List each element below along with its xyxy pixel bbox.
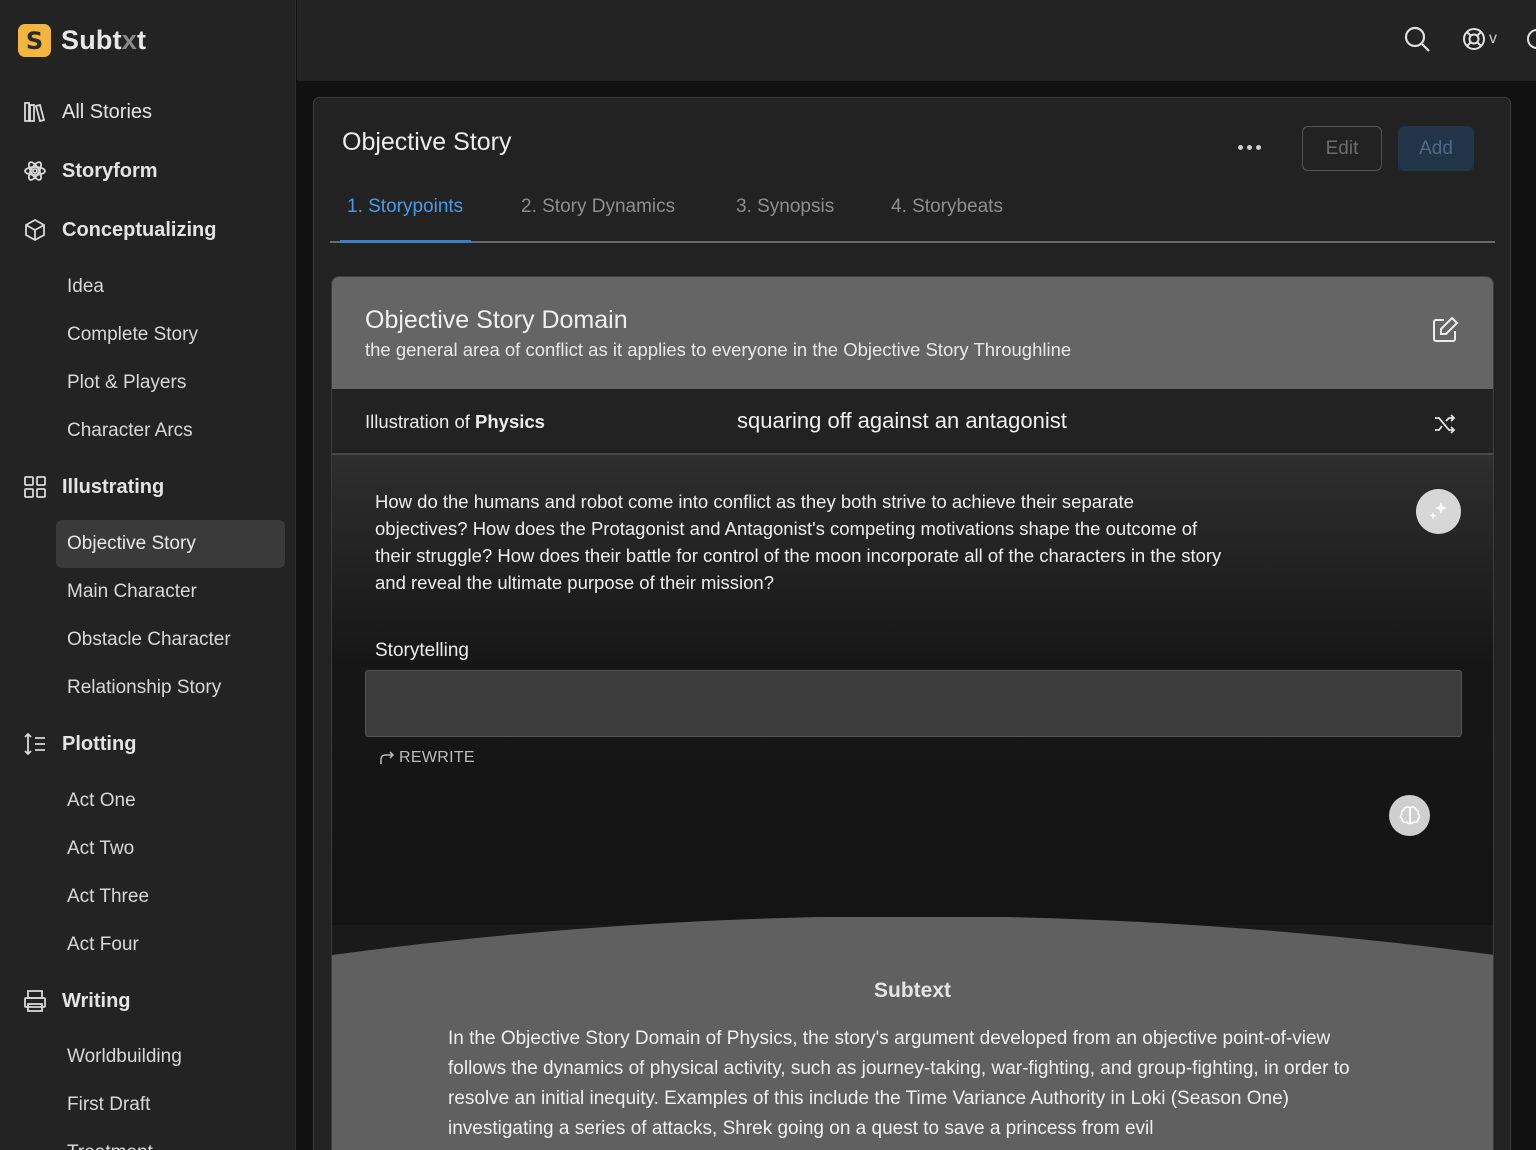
add-button[interactable]: Add — [1398, 126, 1474, 171]
subtext-title: Subtext — [873, 979, 951, 1002]
tab-storybeats[interactable]: 4. Storybeats — [891, 196, 1003, 218]
sidebar-section-storyform[interactable]: Storyform — [22, 158, 158, 184]
sidebar-item-idea[interactable]: Idea — [56, 263, 285, 311]
subtext-section: Subtext In the Objective Story Domain of… — [332, 917, 1493, 1150]
storytelling-input[interactable] — [365, 670, 1462, 737]
sidebar-item-worldbuilding[interactable]: Worldbuilding — [56, 1033, 285, 1081]
rewrite-button[interactable]: REWRITE — [378, 749, 475, 767]
illustration-row: Illustration of Physics squaring off aga… — [332, 389, 1493, 455]
globe-icon[interactable] — [1526, 24, 1536, 54]
chevron-down-icon[interactable]: v — [1489, 30, 1497, 48]
ai-brain-button[interactable] — [1389, 795, 1430, 836]
edit-button[interactable]: Edit — [1302, 126, 1382, 171]
sidebar-item-relationship-story[interactable]: Relationship Story — [56, 664, 285, 712]
top-bar: v — [297, 0, 1536, 81]
brand[interactable]: S Subtxt — [18, 24, 146, 57]
sidebar-item-act-three[interactable]: Act Three — [56, 873, 285, 921]
subtext-body: In the Objective Story Domain of Physics… — [448, 1028, 1350, 1139]
sidebar-item-act-four[interactable]: Act Four — [56, 921, 285, 969]
redo-arrow-icon — [380, 751, 395, 764]
more-options-button[interactable] — [1234, 134, 1264, 160]
active-tab-indicator — [340, 240, 471, 243]
sidebar-section-conceptualizing[interactable]: Conceptualizing — [22, 217, 216, 243]
shuffle-icon[interactable] — [1432, 411, 1458, 437]
tab-synopsis[interactable]: 3. Synopsis — [736, 196, 834, 218]
brand-name: Subtxt — [61, 25, 147, 55]
brain-icon — [1399, 805, 1420, 824]
sidebar-item-act-two[interactable]: Act Two — [56, 825, 285, 873]
sidebar: S Subtxt All Stories Storyform Conceptua… — [0, 0, 296, 1150]
sidebar-item-character-arcs[interactable]: Character Arcs — [56, 407, 285, 455]
main-panel: Objective Story Edit Add 1. Storypoints … — [313, 97, 1511, 1150]
tab-story-dynamics[interactable]: 2. Story Dynamics — [521, 196, 675, 218]
illustration-value: squaring off against an antagonist — [737, 408, 1067, 433]
sidebar-item-complete-story[interactable]: Complete Story — [56, 311, 285, 359]
generate-button[interactable] — [1416, 489, 1461, 534]
dot-icon — [1255, 144, 1261, 150]
books-icon — [24, 102, 46, 123]
edit-icon[interactable] — [1430, 315, 1460, 345]
sidebar-item-first-draft[interactable]: First Draft — [56, 1081, 285, 1129]
card-title: Objective Story Domain — [365, 306, 628, 334]
storypoint-body: How do the humans and robot come into co… — [332, 455, 1493, 925]
sparkle-icon — [1428, 501, 1447, 519]
sidebar-item-main-character[interactable]: Main Character — [56, 568, 285, 616]
search-icon[interactable] — [1402, 24, 1432, 54]
prompt-question: How do the humans and robot come into co… — [375, 491, 1222, 593]
grid-icon — [24, 476, 46, 498]
tab-bar: 1. Storypoints 2. Story Dynamics 3. Syno… — [330, 182, 1495, 243]
dot-icon — [1237, 144, 1243, 150]
sidebar-item-treatment[interactable]: Treatment — [56, 1129, 285, 1150]
card-subtitle: the general area of conflict as it appli… — [365, 339, 1072, 360]
help-lifebuoy-icon[interactable] — [1460, 24, 1490, 54]
storytelling-label: Storytelling — [375, 640, 469, 661]
dot-icon — [1246, 144, 1252, 150]
atom-icon — [24, 161, 46, 181]
sidebar-section-all-stories[interactable]: All Stories — [22, 99, 152, 125]
sidebar-section-plotting[interactable]: Plotting — [22, 731, 136, 757]
sidebar-item-objective-story[interactable]: Objective Story — [56, 520, 285, 568]
sidebar-item-obstacle-character[interactable]: Obstacle Character — [56, 616, 285, 664]
sort-list-icon — [24, 732, 45, 756]
sidebar-item-act-one[interactable]: Act One — [56, 777, 285, 825]
sidebar-section-writing[interactable]: Writing — [22, 988, 131, 1014]
illustration-label: Illustration of Physics — [365, 411, 545, 432]
brand-logo: S — [18, 24, 51, 57]
storypoint-card: Objective Story Domain the general area … — [331, 276, 1494, 1150]
sidebar-section-illustrating[interactable]: Illustrating — [22, 474, 164, 500]
tab-storypoints[interactable]: 1. Storypoints — [347, 196, 463, 218]
page-title: Objective Story — [342, 128, 512, 156]
cube-icon — [25, 218, 45, 242]
printer-icon — [24, 990, 46, 1012]
card-header: Objective Story Domain the general area … — [332, 277, 1493, 389]
sidebar-item-plot-players[interactable]: Plot & Players — [56, 359, 285, 407]
